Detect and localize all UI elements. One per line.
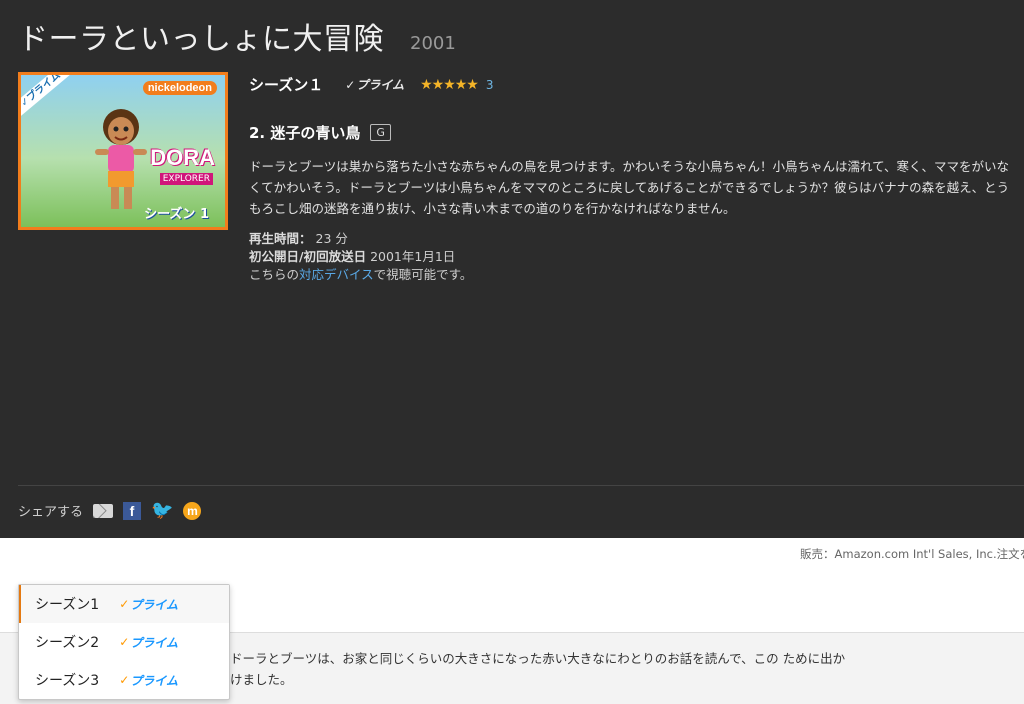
page-title: ドーラといっしょに大冒険 — [18, 22, 384, 57]
episode-meta: 再生時間： 23 分 初公開日/初回放送日 2001年1月1日 こちらの対応デバ… — [249, 230, 1019, 284]
dora-logo: DORA — [150, 145, 215, 170]
episode-title: 2. 迷子の青い鳥 — [249, 124, 361, 142]
divider — [18, 485, 1024, 486]
poster-art: ✓プライム nickelodeon DORA EXPLORER シーズン 1 — [21, 75, 225, 227]
hero-section: ドーラといっしょに大冒険 2001 ✓プライム nickelodeon DORA… — [0, 0, 1024, 538]
season-label: シーズン１ — [249, 76, 324, 94]
prime-badge: ✓ プライム — [119, 596, 178, 613]
share-bar: シェアする f 🐦 m — [18, 500, 202, 521]
content-rating-badge: G — [370, 124, 391, 141]
prime-badge: ✓ プライム — [119, 672, 178, 689]
season-line: シーズン１ ✓ プライム ★★★★★ 3 — [249, 74, 1019, 95]
explorer-logo: EXPLORER — [159, 173, 213, 185]
title-row: ドーラといっしょに大冒険 2001 — [18, 14, 456, 58]
season-option-label: シーズン3 — [35, 673, 100, 689]
runtime-label: 再生時間： — [249, 231, 312, 246]
next-episode-description: ドーラとブーツは、お家と同じくらいの大きさになった赤い大きなにわとりのお話を読ん… — [230, 651, 846, 687]
share-label: シェアする — [18, 505, 84, 520]
season-option-label: シーズン1 — [35, 597, 100, 613]
poster-image[interactable]: ✓プライム nickelodeon DORA EXPLORER シーズン 1 — [18, 72, 228, 230]
nickelodeon-logo: nickelodeon — [142, 81, 217, 95]
prime-ribbon: ✓プライム — [21, 75, 77, 122]
device-row: こちらの対応デバイスで視聴可能です。 — [249, 266, 1019, 284]
prime-check-icon: ✓ — [119, 635, 130, 649]
prime-label: プライム — [130, 635, 179, 650]
mail-icon[interactable] — [93, 503, 114, 518]
device-suffix: で視聴可能です。 — [373, 267, 473, 282]
prime-badge: ✓ プライム — [345, 76, 404, 93]
poster-season-label: シーズン 1 — [144, 207, 209, 222]
dora-character-icon — [95, 109, 147, 209]
episode-title-line: 2. 迷子の青い鳥 G — [249, 122, 1019, 143]
prime-label: プライム — [130, 597, 179, 612]
prime-check-icon: ✓ — [119, 673, 130, 687]
prime-label: プライム — [356, 78, 405, 92]
prime-label: プライム — [130, 673, 179, 688]
episode-info: シーズン１ ✓ プライム ★★★★★ 3 2. 迷子の青い鳥 G ドーラとブーツ… — [249, 74, 1019, 284]
prime-badge: ✓ プライム — [119, 634, 178, 651]
season-option-1[interactable]: シーズン1 ✓ プライム — [19, 585, 229, 623]
season-option-3[interactable]: シーズン3 ✓ プライム — [19, 661, 229, 699]
facebook-icon[interactable]: f — [123, 501, 142, 520]
release-row: 初公開日/初回放送日 2001年1月1日 — [249, 248, 1019, 266]
device-prefix: こちらの — [249, 267, 300, 282]
rating-count-link[interactable]: 3 — [486, 78, 494, 92]
release-value: 2001年1月1日 — [370, 249, 456, 264]
runtime-value: 23 分 — [315, 231, 348, 246]
supported-devices-link[interactable]: 対応デバイス — [299, 267, 374, 282]
star-rating-icon[interactable]: ★★★★★ — [420, 77, 479, 93]
release-label: 初公開日/初回放送日 — [249, 249, 367, 264]
episode-description: ドーラとブーツは巣から落ちた小さな赤ちゃんの鳥を見つけます。かわいそうな小鳥ちゃ… — [249, 159, 1010, 216]
seller-info: 販売：Amazon.com Int'l Sales, Inc.注文を — [800, 547, 1024, 561]
mixi-icon[interactable]: m — [183, 501, 202, 520]
runtime-row: 再生時間： 23 分 — [249, 230, 1019, 248]
prime-check-icon: ✓ — [119, 597, 130, 611]
season-option-2[interactable]: シーズン2 ✓ プライム — [19, 623, 229, 661]
prime-check-icon: ✓ — [345, 77, 356, 92]
season-dropdown[interactable]: シーズン1 ✓ プライム シーズン2 ✓ プライム シーズン3 ✓ プライム — [18, 584, 230, 700]
twitter-icon[interactable]: 🐦 — [151, 500, 173, 521]
season-option-label: シーズン2 — [35, 635, 100, 651]
release-year: 2001 — [410, 33, 456, 54]
